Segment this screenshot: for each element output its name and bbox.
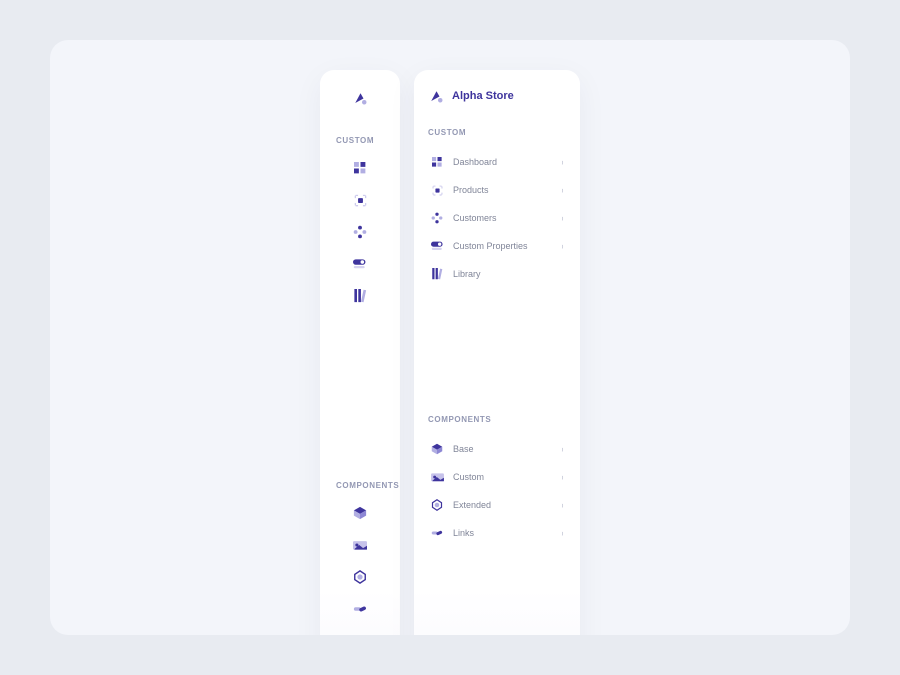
components-block-left: COMPONENTS (330, 451, 390, 616)
products-icon (430, 183, 444, 197)
nav-label: Dashboard (453, 157, 552, 167)
nav-item-base[interactable]: Base › (428, 436, 566, 462)
library-icon[interactable] (353, 289, 367, 303)
nav-item-extended[interactable]: Extended › (428, 492, 566, 518)
nav-label: Extended (453, 500, 552, 510)
section-heading-custom: CUSTOM (428, 128, 566, 137)
extended-icon[interactable] (353, 570, 367, 584)
customers-icon (430, 211, 444, 225)
nav-item-custom[interactable]: Custom › (428, 464, 566, 490)
chevron-right-icon: › (562, 213, 564, 223)
logo-icon (428, 88, 444, 104)
custom-icon[interactable] (353, 538, 367, 552)
properties-icon (430, 239, 444, 253)
links-icon (430, 526, 444, 540)
dashboard-icon (430, 155, 444, 169)
customers-icon[interactable] (353, 225, 367, 239)
library-icon (430, 267, 444, 281)
nav-item-links[interactable]: Links › (428, 520, 566, 546)
chevron-right-icon: › (562, 500, 564, 510)
chevron-right-icon: › (562, 157, 564, 167)
chevron-right-icon: › (562, 241, 564, 251)
components-icon-list (353, 506, 367, 616)
panels-container: CUSTOM COMPONENTS (320, 70, 580, 635)
section-heading-components: COMPONENTS (428, 415, 566, 424)
custom-icon (430, 470, 444, 484)
nav-label: Library (453, 269, 552, 279)
chevron-right-icon: › (562, 185, 564, 195)
section-heading-custom: CUSTOM (336, 136, 374, 145)
chevron-right-icon: › (562, 528, 564, 538)
components-block-right: COMPONENTS Base › Custom › Extended (428, 415, 566, 546)
nav-label: Custom (453, 472, 552, 482)
base-icon[interactable] (353, 506, 367, 520)
nav-label: Links (453, 528, 552, 538)
chevron-right-icon: › (562, 472, 564, 482)
logo-icon (352, 90, 368, 106)
links-icon[interactable] (353, 602, 367, 616)
custom-icon-list (353, 161, 367, 303)
dashboard-icon[interactable] (353, 161, 367, 175)
sidebar-narrow: CUSTOM COMPONENTS (320, 70, 400, 635)
nav-item-custom-properties[interactable]: Custom Properties › (428, 233, 566, 259)
nav-item-dashboard[interactable]: Dashboard › (428, 149, 566, 175)
nav-label: Base (453, 444, 552, 454)
nav-list-components: Base › Custom › Extended › (428, 436, 566, 546)
nav-item-customers[interactable]: Customers › (428, 205, 566, 231)
nav-item-library[interactable]: Library › (428, 261, 566, 287)
extended-icon (430, 498, 444, 512)
brand: Alpha Store (428, 88, 566, 104)
gradient-overlay (414, 590, 580, 635)
brand-title: Alpha Store (452, 90, 514, 102)
properties-icon[interactable] (353, 257, 367, 271)
sidebar-wide: Alpha Store CUSTOM Dashboard › Products … (414, 70, 580, 635)
base-icon (430, 442, 444, 456)
section-heading-components: COMPONENTS (336, 481, 399, 490)
nav-label: Custom Properties (453, 241, 552, 251)
products-icon[interactable] (353, 193, 367, 207)
chevron-right-icon: › (562, 444, 564, 454)
nav-list-custom: Dashboard › Products › Customers › Custo… (428, 149, 566, 287)
app-viewport: CUSTOM COMPONENTS (50, 40, 850, 635)
nav-item-products[interactable]: Products › (428, 177, 566, 203)
nav-label: Products (453, 185, 552, 195)
nav-label: Customers (453, 213, 552, 223)
